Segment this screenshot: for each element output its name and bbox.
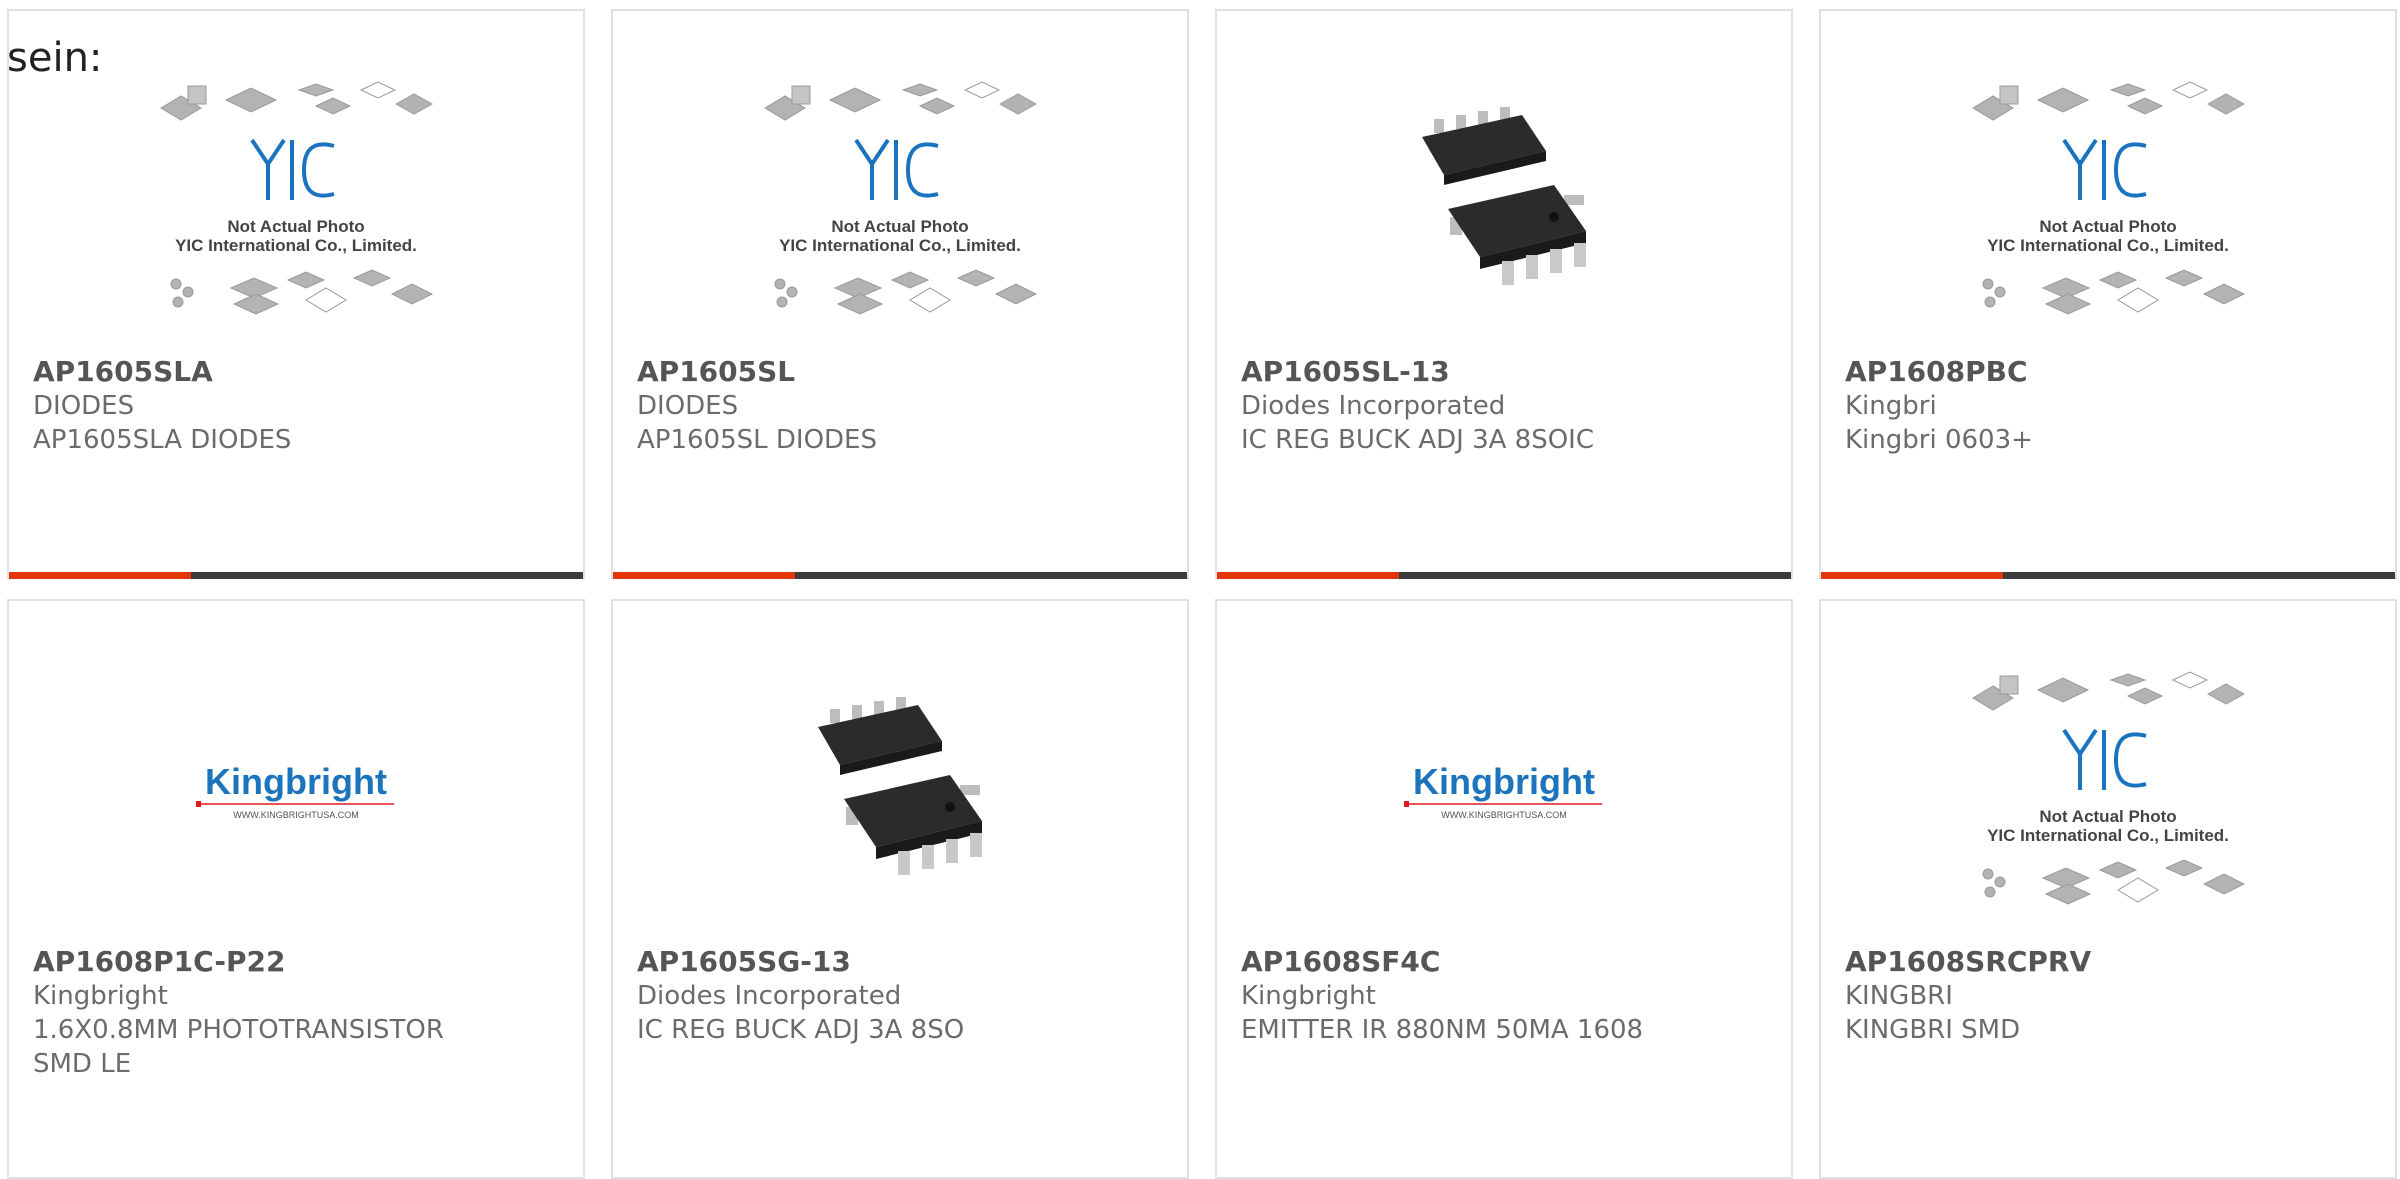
placeholder-line2: YIC International Co., Limited.: [779, 236, 1021, 255]
product-card[interactable]: Kingbright WWW.KINGBRIGHTUSA.COM AP1608P…: [7, 599, 585, 1179]
part-number-link[interactable]: AP1608P1C-P22: [33, 945, 563, 979]
manufacturer: DIODES: [637, 391, 739, 421]
kingbright-brand: Kingbright: [205, 761, 387, 802]
placeholder-image: Not Actual Photo YIC International Co., …: [764, 81, 1038, 315]
placeholder-image: Not Actual Photo YIC International Co., …: [160, 81, 434, 315]
part-number-link[interactable]: AP1605SL: [637, 355, 1167, 389]
description: AP1605SL DIODES: [637, 425, 877, 455]
placeholder-image: Not Actual Photo YIC International Co., …: [1972, 671, 2246, 905]
ic-chip-image: [818, 697, 982, 875]
product-image[interactable]: Not Actual Photo YIC International Co., …: [1821, 55, 2395, 355]
kingbright-logo: Kingbright WWW.KINGBRIGHTUSA.COM: [196, 761, 394, 820]
card-accent-bar: [1217, 572, 1791, 579]
card-accent-bar: [1821, 572, 2395, 579]
placeholder-line2: YIC International Co., Limited.: [175, 236, 417, 255]
product-grid: Not Actual Photo YIC International Co., …: [0, 0, 2400, 1179]
product-card[interactable]: Kingbright WWW.KINGBRIGHTUSA.COM AP1608S…: [1215, 599, 1793, 1179]
product-image[interactable]: Not Actual Photo YIC International Co., …: [1821, 645, 2395, 945]
manufacturer: Kingbright: [33, 981, 168, 1011]
part-number-link[interactable]: AP1605SLA: [33, 355, 563, 389]
product-card[interactable]: AP1605SG-13 Diodes Incorporated IC REG B…: [611, 599, 1189, 1179]
card-accent-bar: [9, 572, 583, 579]
product-image[interactable]: [613, 645, 1187, 945]
manufacturer: KINGBRI: [1845, 981, 1953, 1011]
placeholder-line1: Not Actual Photo: [831, 217, 968, 236]
part-number-link[interactable]: AP1608SRCPRV: [1845, 945, 2375, 979]
placeholder-line2: YIC International Co., Limited.: [1987, 236, 2229, 255]
product-image[interactable]: Kingbright WWW.KINGBRIGHTUSA.COM: [9, 645, 583, 945]
product-card[interactable]: Not Actual Photo YIC International Co., …: [1819, 9, 2397, 579]
placeholder-image: Not Actual Photo YIC International Co., …: [1972, 81, 2246, 315]
part-number-link[interactable]: AP1605SG-13: [637, 945, 1167, 979]
description: AP1605SLA DIODES: [33, 425, 292, 455]
product-image[interactable]: Not Actual Photo YIC International Co., …: [9, 55, 583, 355]
kingbright-url: WWW.KINGBRIGHTUSA.COM: [233, 810, 359, 820]
product-card[interactable]: Not Actual Photo YIC International Co., …: [611, 9, 1189, 579]
description: KINGBRI SMD: [1845, 1015, 2021, 1045]
description: EMITTER IR 880NM 50MA 1608: [1241, 1015, 1644, 1045]
kingbright-logo: Kingbright WWW.KINGBRIGHTUSA.COM: [1404, 761, 1602, 820]
placeholder-line1: Not Actual Photo: [227, 217, 364, 236]
product-image[interactable]: Not Actual Photo YIC International Co., …: [613, 55, 1187, 355]
description: IC REG BUCK ADJ 3A 8SOIC: [1241, 425, 1594, 455]
placeholder-line2: YIC International Co., Limited.: [1987, 826, 2229, 845]
product-image[interactable]: Kingbright WWW.KINGBRIGHTUSA.COM: [1217, 645, 1791, 945]
description: 1.6X0.8MM PHOTOTRANSISTOR SMD LE: [33, 1015, 444, 1079]
part-number-link[interactable]: AP1608SF4C: [1241, 945, 1771, 979]
manufacturer: Kingbri: [1845, 391, 1937, 421]
manufacturer: DIODES: [33, 391, 135, 421]
product-card[interactable]: AP1605SL-13 Diodes Incorporated IC REG B…: [1215, 9, 1793, 579]
description: IC REG BUCK ADJ 3A 8SO: [637, 1015, 965, 1045]
manufacturer: Kingbright: [1241, 981, 1376, 1011]
intro-text: sein:: [7, 35, 103, 81]
part-number-link[interactable]: AP1605SL-13: [1241, 355, 1771, 389]
product-card[interactable]: Not Actual Photo YIC International Co., …: [1819, 599, 2397, 1179]
product-card[interactable]: Not Actual Photo YIC International Co., …: [7, 9, 585, 579]
kingbright-brand: Kingbright: [1413, 761, 1595, 802]
description: Kingbri 0603+: [1845, 425, 2033, 455]
card-accent-bar: [613, 572, 1187, 579]
kingbright-url: WWW.KINGBRIGHTUSA.COM: [1441, 810, 1567, 820]
placeholder-line1: Not Actual Photo: [2039, 217, 2176, 236]
part-number-link[interactable]: AP1608PBC: [1845, 355, 2375, 389]
product-image[interactable]: [1217, 55, 1791, 355]
manufacturer: Diodes Incorporated: [1241, 391, 1506, 421]
manufacturer: Diodes Incorporated: [637, 981, 902, 1011]
ic-chip-image: [1422, 107, 1586, 285]
placeholder-line1: Not Actual Photo: [2039, 807, 2176, 826]
